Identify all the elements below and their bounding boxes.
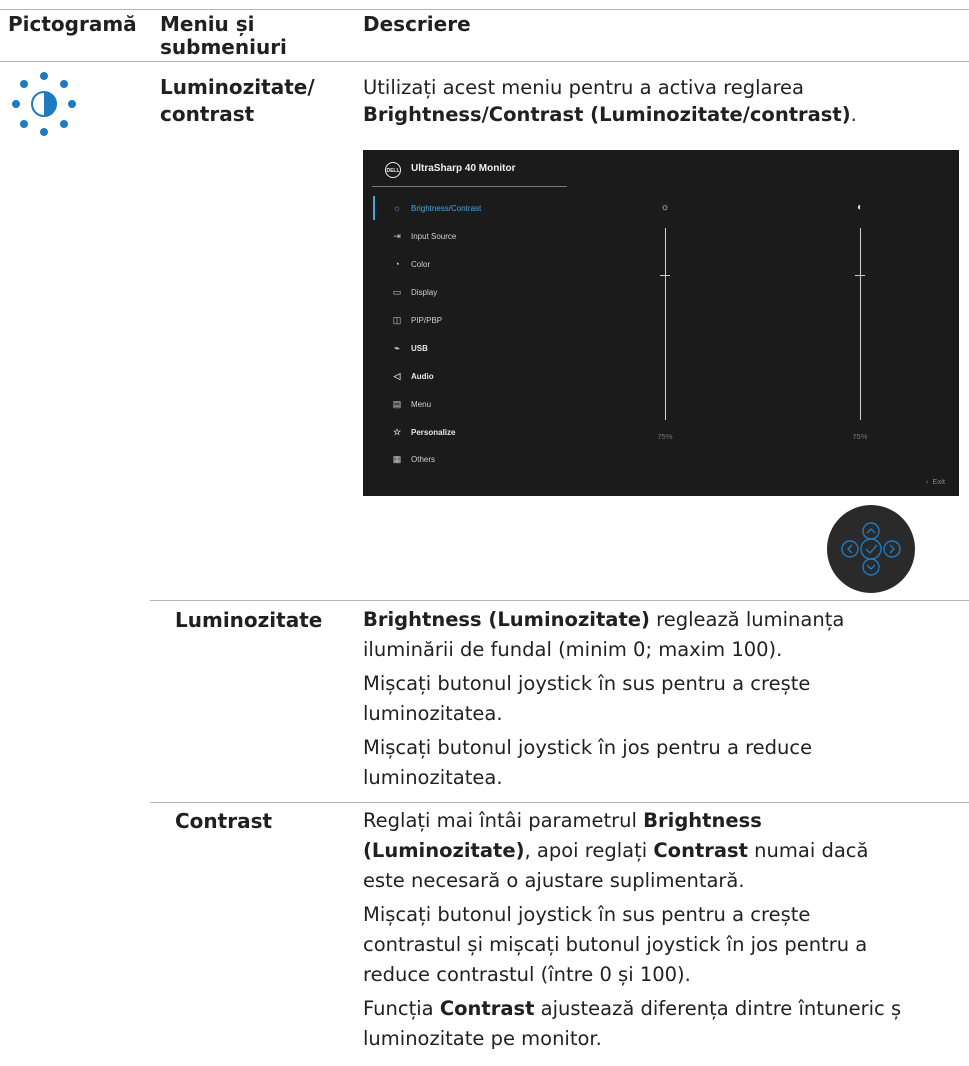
contrast-slider-thumb[interactable] bbox=[855, 275, 865, 276]
contrast-p1-bold1b: (Luminozitate) bbox=[363, 839, 525, 862]
contrast-p1-bold1a: Brightness bbox=[643, 809, 762, 832]
contrast-p1-post: numai dacă bbox=[747, 839, 869, 862]
osd-title: UltraSharp 40 Monitor bbox=[411, 163, 516, 174]
osd-item-menu[interactable]: ▤ Menu bbox=[390, 398, 431, 410]
intro-line1: Utilizați acest meniu pentru a activa re… bbox=[363, 76, 805, 99]
contrast-description: Reglați mai întâi parametrul Brightness … bbox=[363, 806, 969, 1058]
others-icon: ▦ bbox=[392, 454, 402, 464]
chevron-left-icon: ‹ bbox=[925, 477, 929, 486]
header-desc: Descriere bbox=[363, 12, 471, 36]
pip-icon: ◫ bbox=[392, 315, 402, 325]
row-divider-contrast bbox=[150, 802, 969, 803]
header-menu: Meniu și submeniuri bbox=[160, 12, 287, 59]
menu-brightness-contrast: Luminozitate/ contrast bbox=[160, 75, 315, 126]
palette-icon: ◔ bbox=[394, 259, 400, 269]
osd-item-others[interactable]: ▦ Others bbox=[390, 453, 435, 465]
osd-item-label: Personalize bbox=[411, 428, 456, 437]
brightness-slider-icon: ☼ bbox=[660, 202, 670, 213]
header-bottom-border bbox=[0, 61, 969, 62]
dell-logo-icon: DELL bbox=[385, 162, 401, 178]
intro-bold: Brightness/Contrast (Luminozitate/contra… bbox=[363, 103, 851, 126]
osd-title-underline bbox=[372, 186, 567, 187]
contrast-slider[interactable] bbox=[860, 228, 861, 420]
brightness-description: Brightness (Luminozitate) reglează lumin… bbox=[363, 605, 969, 797]
contrast-p1-pre: Reglați mai întâi parametrul bbox=[363, 809, 644, 832]
brightness-slider[interactable] bbox=[665, 228, 666, 420]
brightness-p3-line1: Mișcați butonul joystick în jos pentru a… bbox=[363, 736, 813, 759]
submenu-contrast: Contrast bbox=[175, 809, 273, 833]
brightness-p2-line2: luminozitatea. bbox=[363, 702, 503, 725]
intro-end: . bbox=[850, 103, 857, 126]
osd-item-display[interactable]: ▭ Display bbox=[390, 286, 438, 298]
speaker-icon: ◁ bbox=[393, 371, 401, 381]
osd-item-brightness-contrast[interactable]: ☼ Brightness/Contrast bbox=[390, 202, 481, 214]
table-top-border bbox=[0, 9, 969, 10]
joystick-diagram bbox=[827, 505, 915, 593]
contrast-p2-line2: contrastul și mișcați butonul joystick î… bbox=[363, 933, 868, 956]
osd-item-input-source[interactable]: ⇥ Input Source bbox=[390, 230, 456, 242]
contrast-p1-mid: , apoi reglați bbox=[524, 839, 654, 862]
osd-item-label: Brightness/Contrast bbox=[411, 204, 482, 213]
brightness-contrast-icon bbox=[10, 70, 78, 138]
brightness-p3-line2: luminozitatea. bbox=[363, 766, 503, 789]
sun-icon: ☼ bbox=[392, 203, 402, 213]
contrast-value: 75% bbox=[852, 432, 868, 441]
contrast-slider-icon: ◐ bbox=[856, 202, 864, 213]
contrast-p3-bold: Contrast bbox=[439, 997, 535, 1020]
brightness-slider-thumb[interactable] bbox=[660, 275, 670, 276]
osd-item-pip-pbp[interactable]: ◫ PIP/PBP bbox=[390, 314, 442, 326]
contrast-p2-line1: Mișcați butonul joystick în sus pentru a… bbox=[363, 903, 811, 926]
osd-exit-label: Exit bbox=[932, 477, 945, 486]
osd-exit-button[interactable]: ‹ Exit bbox=[926, 477, 945, 486]
brightness-p1-line2: iluminării de fundal (minim 0; maxim 100… bbox=[363, 638, 783, 661]
osd-active-indicator bbox=[373, 196, 375, 220]
header-icon: Pictogramă bbox=[8, 12, 137, 36]
star-icon: ☆ bbox=[392, 427, 402, 437]
osd-item-label: Menu bbox=[411, 400, 432, 409]
contrast-p1-line3: este necesară o ajustare suplimentară. bbox=[363, 869, 745, 892]
contrast-p3-line2: luminozitate pe monitor. bbox=[363, 1027, 602, 1050]
joystick-icon bbox=[841, 522, 901, 576]
osd-item-usb[interactable]: ⌁ USB bbox=[390, 342, 428, 354]
contrast-p1-bold2: Contrast bbox=[653, 839, 748, 862]
monitor-icon: ▭ bbox=[392, 287, 402, 297]
row-divider-brightness bbox=[150, 600, 969, 601]
brightness-p1-rest: reglează luminanța bbox=[649, 608, 845, 631]
intro-text: Utilizați acest meniu pentru a activa re… bbox=[363, 74, 969, 128]
osd-item-label: USB bbox=[411, 344, 428, 353]
osd-item-label: Display bbox=[411, 288, 438, 297]
osd-item-label: Input Source bbox=[411, 232, 457, 241]
brightness-bold: Brightness (Luminozitate) bbox=[363, 608, 650, 631]
input-source-icon: ⇥ bbox=[393, 231, 401, 241]
submenu-brightness: Luminozitate bbox=[175, 608, 323, 632]
osd-header: DELL UltraSharp 40 Monitor bbox=[363, 150, 959, 188]
osd-screenshot: DELL UltraSharp 40 Monitor ☼ Brightness/C… bbox=[363, 150, 959, 496]
osd-item-color[interactable]: ◔ Color bbox=[390, 258, 430, 270]
osd-item-audio[interactable]: ◁ Audio bbox=[390, 370, 434, 382]
contrast-p3-pre: Funcția bbox=[363, 997, 440, 1020]
osd-item-label: Others bbox=[411, 455, 436, 464]
contrast-p3-post: ajustează diferența dintre întuneric ș bbox=[534, 997, 902, 1020]
contrast-p2-line3: reduce contrastul (între 0 și 100). bbox=[363, 963, 691, 986]
osd-item-personalize[interactable]: ☆ Personalize bbox=[390, 426, 456, 438]
menu-icon: ▤ bbox=[392, 399, 402, 409]
mouse-icon: ⌁ bbox=[394, 343, 400, 353]
osd-item-label: PIP/PBP bbox=[411, 316, 443, 325]
brightness-p2-line1: Mișcați butonul joystick în sus pentru a… bbox=[363, 672, 811, 695]
brightness-value: 75% bbox=[657, 432, 673, 441]
osd-item-label: Color bbox=[411, 260, 431, 269]
osd-item-label: Audio bbox=[411, 372, 434, 381]
